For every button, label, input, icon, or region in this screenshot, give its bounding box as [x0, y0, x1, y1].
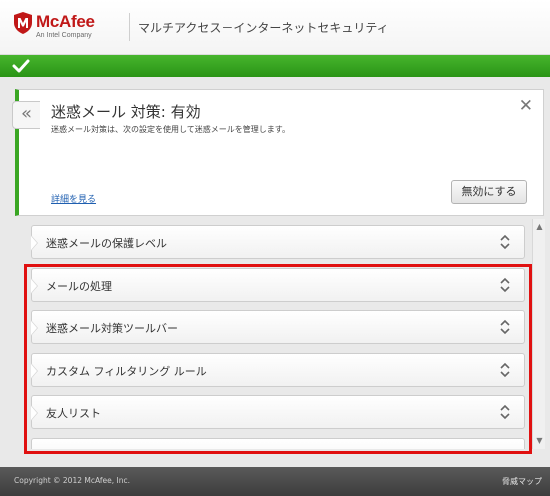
row-notch-inner: [31, 364, 37, 378]
app-header: McAfee An Intel Company マルチアクセス－インターネットセ…: [0, 0, 550, 55]
page-title: 迷惑メール 対策: 有効: [51, 103, 201, 121]
scroll-up-icon[interactable]: ▲: [534, 221, 545, 233]
expand-chevron-icon[interactable]: [499, 277, 511, 293]
back-button[interactable]: «: [12, 101, 40, 129]
accordion-label: メールの処理: [46, 280, 112, 293]
accordion-partial-item[interactable]: [31, 438, 525, 449]
row-notch-inner: [31, 279, 37, 293]
app-footer: Copyright © 2012 McAfee, Inc. 脅威マップ: [0, 467, 550, 496]
row-notch-inner: [31, 406, 37, 420]
accordion-spam-protection-level[interactable]: 迷惑メールの保護レベル: [31, 225, 525, 259]
row-notch-inner: [31, 321, 37, 335]
accordion-anti-spam-toolbar[interactable]: 迷惑メール対策ツールバー: [31, 310, 525, 344]
expand-chevron-icon[interactable]: [499, 404, 511, 420]
accordion-label: 迷惑メール対策ツールバー: [46, 322, 178, 335]
disable-button[interactable]: 無効にする: [451, 180, 527, 204]
settings-list: 迷惑メールの保護レベル メールの処理 迷惑メール対策ツールバー カスタム フィル…: [15, 219, 531, 449]
list-scrollbar[interactable]: ▲ ▼: [532, 219, 545, 449]
expand-chevron-icon[interactable]: [499, 319, 511, 335]
anti-spam-panel: 迷惑メール 対策: 有効 迷惑メール対策は、次の設定を使用して迷惑メールを管理し…: [15, 89, 544, 216]
protection-status-bar: [0, 55, 550, 77]
mcafee-logo: McAfee An Intel Company: [14, 10, 134, 44]
accordion-label: 迷惑メールの保護レベル: [46, 237, 167, 250]
app-title: マルチアクセス－インターネットセキュリティ: [138, 21, 389, 35]
brand-subtitle: An Intel Company: [36, 32, 92, 39]
details-link[interactable]: 詳細を見る: [51, 192, 96, 205]
brand-name: McAfee: [36, 12, 95, 31]
close-icon[interactable]: ✕: [519, 98, 533, 115]
accordion-label: 友人リスト: [46, 407, 101, 420]
accordion-custom-filtering-rules[interactable]: カスタム フィルタリング ルール: [31, 353, 525, 387]
header-divider: [129, 13, 130, 41]
accordion-label: カスタム フィルタリング ルール: [46, 365, 207, 378]
mcafee-shield-icon: [14, 12, 32, 34]
main-content: 迷惑メール 対策: 有効 迷惑メール対策は、次の設定を使用して迷惑メールを管理し…: [0, 77, 550, 467]
scroll-down-icon[interactable]: ▼: [534, 435, 545, 447]
row-notch-inner: [31, 236, 37, 250]
accordion-mail-processing[interactable]: メールの処理: [31, 268, 525, 302]
back-chevron-icon: «: [20, 103, 32, 124]
expand-chevron-icon[interactable]: [499, 362, 511, 378]
copyright-text: Copyright © 2012 McAfee, Inc.: [14, 476, 130, 485]
accordion-friends-list[interactable]: 友人リスト: [31, 395, 525, 429]
check-icon: [12, 59, 30, 73]
panel-description: 迷惑メール対策は、次の設定を使用して迷惑メールを管理します。: [51, 125, 290, 134]
threat-map-link[interactable]: 脅威マップ: [502, 476, 542, 487]
expand-chevron-icon[interactable]: [499, 234, 511, 250]
